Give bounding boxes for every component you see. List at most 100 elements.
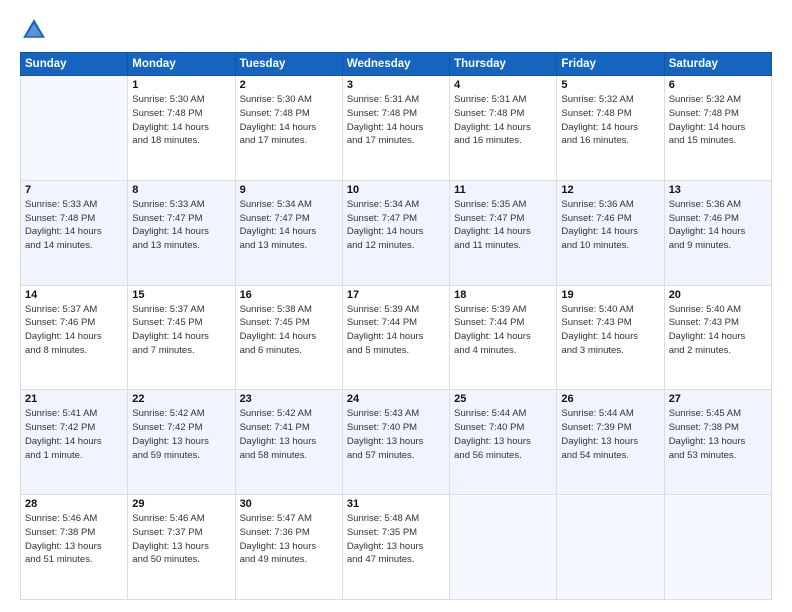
calendar-cell: 1 Sunrise: 5:30 AMSunset: 7:48 PMDaylight… <box>128 76 235 181</box>
calendar-cell: 31 Sunrise: 5:48 AMSunset: 7:35 PMDayligh… <box>342 495 449 600</box>
calendar-cell: 17 Sunrise: 5:39 AMSunset: 7:44 PMDayligh… <box>342 285 449 390</box>
day-info: Sunrise: 5:31 AMSunset: 7:48 PMDaylight:… <box>347 93 445 148</box>
day-info: Sunrise: 5:37 AMSunset: 7:46 PMDaylight:… <box>25 303 123 358</box>
calendar-cell: 29 Sunrise: 5:46 AMSunset: 7:37 PMDayligh… <box>128 495 235 600</box>
calendar-cell: 10Sunrise: 5:34 AMSunset: 7:47 PMDayligh… <box>342 180 449 285</box>
day-info: Sunrise: 5:30 AMSunset: 7:48 PMDaylight:… <box>240 93 338 148</box>
day-info: Sunrise: 5:42 AMSunset: 7:42 PMDaylight:… <box>132 407 230 462</box>
calendar-cell: 20 Sunrise: 5:40 AMSunset: 7:43 PMDayligh… <box>664 285 771 390</box>
day-number: 16 <box>240 289 338 301</box>
calendar-cell: 9 Sunrise: 5:34 AMSunset: 7:47 PMDaylight… <box>235 180 342 285</box>
day-info: Sunrise: 5:31 AMSunset: 7:48 PMDaylight:… <box>454 93 552 148</box>
calendar-cell: 22 Sunrise: 5:42 AMSunset: 7:42 PMDayligh… <box>128 390 235 495</box>
day-info: Sunrise: 5:44 AMSunset: 7:39 PMDaylight:… <box>561 407 659 462</box>
day-number: 28 <box>25 498 123 510</box>
day-number: 12 <box>561 184 659 196</box>
calendar-table: SundayMondayTuesdayWednesdayThursdayFrid… <box>20 52 772 600</box>
day-info: Sunrise: 5:42 AMSunset: 7:41 PMDaylight:… <box>240 407 338 462</box>
calendar-cell: 28 Sunrise: 5:46 AMSunset: 7:38 PMDayligh… <box>21 495 128 600</box>
calendar-cell: 23 Sunrise: 5:42 AMSunset: 7:41 PMDayligh… <box>235 390 342 495</box>
calendar-cell: 27Sunrise: 5:45 AMSunset: 7:38 PMDayligh… <box>664 390 771 495</box>
day-number: 23 <box>240 393 338 405</box>
week-row-4: 21 Sunrise: 5:41 AMSunset: 7:42 PMDayligh… <box>21 390 772 495</box>
day-info: Sunrise: 5:33 AMSunset: 7:48 PMDaylight:… <box>25 198 123 253</box>
day-number: 11 <box>454 184 552 196</box>
day-number: 3 <box>347 79 445 91</box>
day-number: 17 <box>347 289 445 301</box>
calendar-cell: 7Sunrise: 5:33 AMSunset: 7:48 PMDaylight… <box>21 180 128 285</box>
day-info: Sunrise: 5:39 AMSunset: 7:44 PMDaylight:… <box>347 303 445 358</box>
logo <box>20 16 52 44</box>
day-number: 20 <box>669 289 767 301</box>
day-info: Sunrise: 5:32 AMSunset: 7:48 PMDaylight:… <box>669 93 767 148</box>
calendar-cell: 2 Sunrise: 5:30 AMSunset: 7:48 PMDaylight… <box>235 76 342 181</box>
calendar-cell: 13Sunrise: 5:36 AMSunset: 7:46 PMDayligh… <box>664 180 771 285</box>
weekday-header-wednesday: Wednesday <box>342 53 449 76</box>
calendar-cell: 19Sunrise: 5:40 AMSunset: 7:43 PMDayligh… <box>557 285 664 390</box>
day-number: 30 <box>240 498 338 510</box>
calendar-cell: 8 Sunrise: 5:33 AMSunset: 7:47 PMDaylight… <box>128 180 235 285</box>
logo-icon <box>20 16 48 44</box>
day-info: Sunrise: 5:46 AMSunset: 7:38 PMDaylight:… <box>25 512 123 567</box>
day-number: 9 <box>240 184 338 196</box>
calendar-cell: 24 Sunrise: 5:43 AMSunset: 7:40 PMDayligh… <box>342 390 449 495</box>
day-number: 15 <box>132 289 230 301</box>
calendar-cell: 21 Sunrise: 5:41 AMSunset: 7:42 PMDayligh… <box>21 390 128 495</box>
day-info: Sunrise: 5:38 AMSunset: 7:45 PMDaylight:… <box>240 303 338 358</box>
weekday-header-saturday: Saturday <box>664 53 771 76</box>
day-number: 21 <box>25 393 123 405</box>
day-info: Sunrise: 5:48 AMSunset: 7:35 PMDaylight:… <box>347 512 445 567</box>
page: SundayMondayTuesdayWednesdayThursdayFrid… <box>0 0 792 612</box>
day-info: Sunrise: 5:34 AMSunset: 7:47 PMDaylight:… <box>240 198 338 253</box>
header <box>20 16 772 44</box>
day-number: 5 <box>561 79 659 91</box>
day-info: Sunrise: 5:33 AMSunset: 7:47 PMDaylight:… <box>132 198 230 253</box>
calendar-cell <box>21 76 128 181</box>
day-number: 14 <box>25 289 123 301</box>
calendar-cell <box>557 495 664 600</box>
day-info: Sunrise: 5:36 AMSunset: 7:46 PMDaylight:… <box>669 198 767 253</box>
calendar-cell: 11Sunrise: 5:35 AMSunset: 7:47 PMDayligh… <box>450 180 557 285</box>
day-number: 10 <box>347 184 445 196</box>
week-row-3: 14 Sunrise: 5:37 AMSunset: 7:46 PMDayligh… <box>21 285 772 390</box>
calendar-cell: 18Sunrise: 5:39 AMSunset: 7:44 PMDayligh… <box>450 285 557 390</box>
calendar-cell: 25 Sunrise: 5:44 AMSunset: 7:40 PMDayligh… <box>450 390 557 495</box>
calendar-cell: 16 Sunrise: 5:38 AMSunset: 7:45 PMDayligh… <box>235 285 342 390</box>
day-info: Sunrise: 5:30 AMSunset: 7:48 PMDaylight:… <box>132 93 230 148</box>
weekday-header-monday: Monday <box>128 53 235 76</box>
day-number: 25 <box>454 393 552 405</box>
calendar-cell: 12 Sunrise: 5:36 AMSunset: 7:46 PMDayligh… <box>557 180 664 285</box>
day-number: 2 <box>240 79 338 91</box>
weekday-header-tuesday: Tuesday <box>235 53 342 76</box>
day-info: Sunrise: 5:41 AMSunset: 7:42 PMDaylight:… <box>25 407 123 462</box>
day-number: 31 <box>347 498 445 510</box>
calendar-cell: 26Sunrise: 5:44 AMSunset: 7:39 PMDayligh… <box>557 390 664 495</box>
week-row-2: 7Sunrise: 5:33 AMSunset: 7:48 PMDaylight… <box>21 180 772 285</box>
week-row-1: 1 Sunrise: 5:30 AMSunset: 7:48 PMDaylight… <box>21 76 772 181</box>
weekday-header-sunday: Sunday <box>21 53 128 76</box>
header-row: SundayMondayTuesdayWednesdayThursdayFrid… <box>21 53 772 76</box>
day-number: 27 <box>669 393 767 405</box>
day-number: 1 <box>132 79 230 91</box>
day-number: 29 <box>132 498 230 510</box>
calendar-cell <box>664 495 771 600</box>
weekday-header-thursday: Thursday <box>450 53 557 76</box>
day-info: Sunrise: 5:32 AMSunset: 7:48 PMDaylight:… <box>561 93 659 148</box>
day-number: 18 <box>454 289 552 301</box>
week-row-5: 28 Sunrise: 5:46 AMSunset: 7:38 PMDayligh… <box>21 495 772 600</box>
calendar-cell: 5 Sunrise: 5:32 AMSunset: 7:48 PMDaylight… <box>557 76 664 181</box>
day-number: 24 <box>347 393 445 405</box>
day-number: 4 <box>454 79 552 91</box>
calendar-cell: 4 Sunrise: 5:31 AMSunset: 7:48 PMDaylight… <box>450 76 557 181</box>
day-info: Sunrise: 5:44 AMSunset: 7:40 PMDaylight:… <box>454 407 552 462</box>
day-info: Sunrise: 5:40 AMSunset: 7:43 PMDaylight:… <box>669 303 767 358</box>
calendar-cell: 30 Sunrise: 5:47 AMSunset: 7:36 PMDayligh… <box>235 495 342 600</box>
day-number: 19 <box>561 289 659 301</box>
day-number: 8 <box>132 184 230 196</box>
day-info: Sunrise: 5:47 AMSunset: 7:36 PMDaylight:… <box>240 512 338 567</box>
day-info: Sunrise: 5:36 AMSunset: 7:46 PMDaylight:… <box>561 198 659 253</box>
day-info: Sunrise: 5:43 AMSunset: 7:40 PMDaylight:… <box>347 407 445 462</box>
day-info: Sunrise: 5:46 AMSunset: 7:37 PMDaylight:… <box>132 512 230 567</box>
calendar-cell: 14 Sunrise: 5:37 AMSunset: 7:46 PMDayligh… <box>21 285 128 390</box>
day-number: 22 <box>132 393 230 405</box>
